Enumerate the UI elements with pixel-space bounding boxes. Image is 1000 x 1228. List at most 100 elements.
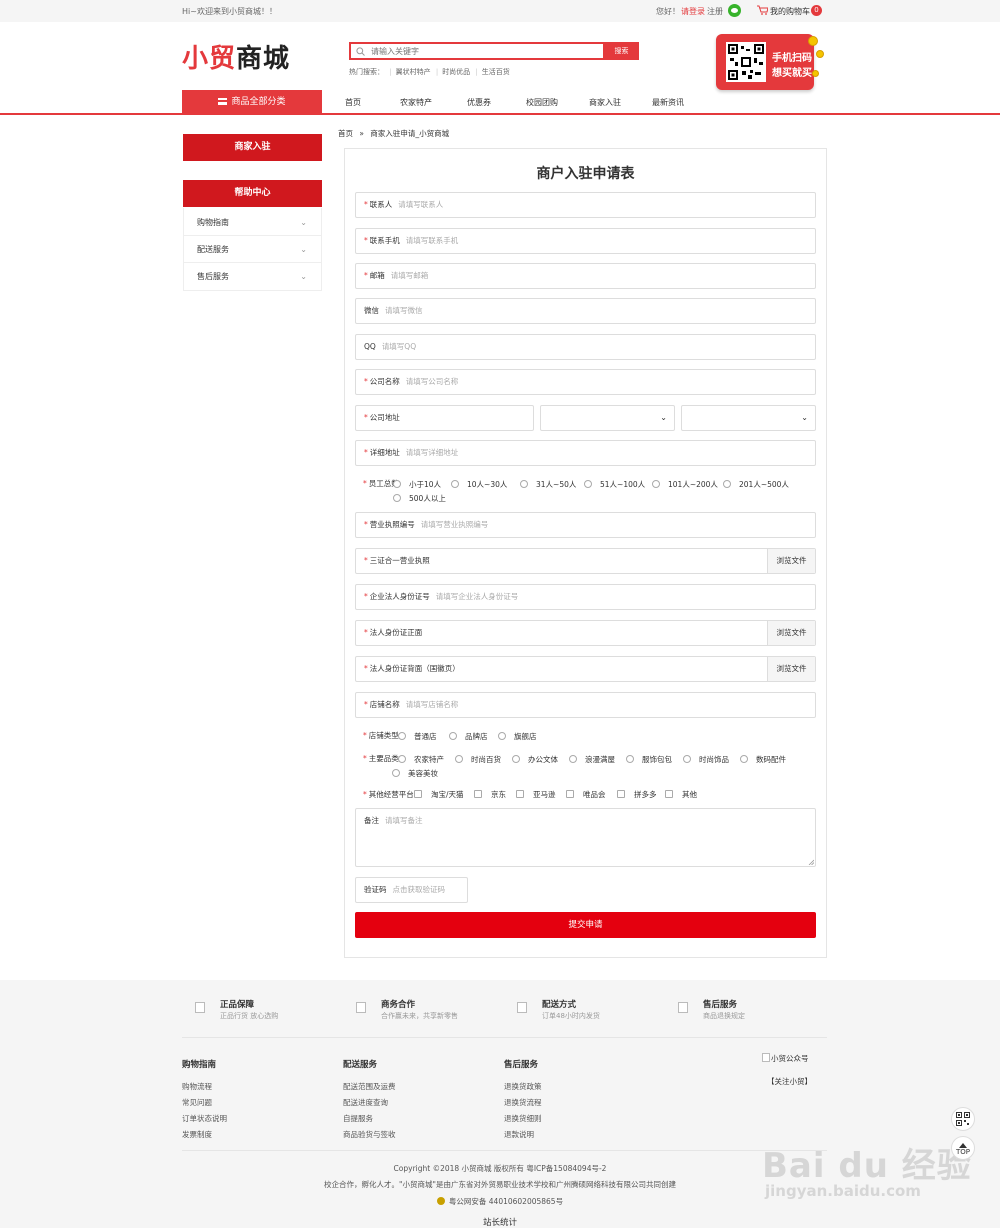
shop-type-option[interactable]: 普通店: [398, 731, 437, 742]
id-back-field[interactable]: * 法人身份证背面（国徽页） 浏览文件: [355, 656, 816, 682]
site-logo[interactable]: 小贸商城: [182, 38, 290, 75]
staff-option[interactable]: 500人以上: [393, 493, 446, 504]
staff-option[interactable]: 101人~200人: [652, 479, 718, 490]
remark-textarea[interactable]: 备注 请填写备注: [355, 808, 816, 867]
detail-address-field[interactable]: * 详细地址 请填写详细地址: [355, 440, 816, 466]
submit-button[interactable]: 提交申请: [355, 912, 816, 938]
field-label: 详细地址: [369, 448, 400, 457]
footer-link[interactable]: 配送范围及运费: [343, 1081, 396, 1097]
nav-item-specialties[interactable]: 农家特产: [400, 97, 432, 108]
platform-checkbox[interactable]: 亚马逊: [516, 789, 556, 800]
legal-id-field[interactable]: * 企业法人身份证号 请填写企业法人身份证号: [355, 584, 816, 610]
wechat-icon[interactable]: [728, 4, 741, 17]
category-option[interactable]: 服饰包包: [626, 754, 672, 765]
shop-name-field[interactable]: * 店铺名称 请填写店铺名称: [355, 692, 816, 718]
field-label: 店铺名称: [369, 700, 400, 709]
phone-field[interactable]: * 联系手机 请填写联系手机: [355, 228, 816, 254]
company-address-field[interactable]: * 公司地址: [355, 405, 534, 431]
sidebar-item-shopping-guide[interactable]: 购物指南 ⌄: [184, 209, 321, 236]
id-front-field[interactable]: * 法人身份证正面 浏览文件: [355, 620, 816, 646]
field-placeholder: 请填写公司名称: [405, 377, 459, 386]
footer-divider: [182, 1150, 827, 1151]
platform-checkbox[interactable]: 淘宝/天猫: [414, 789, 464, 800]
sidebar-help-header[interactable]: 帮助中心: [183, 180, 322, 207]
city-select[interactable]: ⌄: [540, 405, 675, 431]
app-qr-promo[interactable]: 手机扫码 想买就买: [716, 34, 814, 90]
district-select[interactable]: ⌄: [681, 405, 816, 431]
nav-item-coupons[interactable]: 优惠券: [467, 97, 491, 108]
footer-column-title: 配送服务: [343, 1060, 378, 1070]
category-option[interactable]: 浪漫满屋: [569, 754, 615, 765]
cart-icon[interactable]: [757, 5, 768, 15]
logo-black-text: 商城: [236, 44, 291, 74]
footer-link[interactable]: 退换货细则: [504, 1113, 542, 1129]
platform-checkbox[interactable]: 京东: [474, 789, 506, 800]
platform-checkbox[interactable]: 拼多多: [617, 789, 657, 800]
category-option[interactable]: 数码配件: [740, 754, 786, 765]
resize-handle-icon[interactable]: [808, 859, 814, 865]
stats-link[interactable]: 站长统计: [0, 1216, 1000, 1228]
browse-file-button[interactable]: 浏览文件: [767, 549, 815, 573]
back-to-top-button[interactable]: TOP: [951, 1136, 975, 1160]
category-option[interactable]: 美容美妆: [392, 768, 438, 779]
wechat-field[interactable]: 微信 请填写微信: [355, 298, 816, 324]
contact-field[interactable]: * 联系人 请填写联系人: [355, 192, 816, 218]
qq-field[interactable]: QQ 请填写QQ: [355, 334, 816, 360]
staff-option[interactable]: 10人~30人: [451, 479, 507, 490]
broken-image-icon: [356, 1002, 366, 1013]
footer-link[interactable]: 自提服务: [343, 1113, 396, 1129]
login-link[interactable]: 请登录: [681, 6, 705, 17]
option-label: 亚马逊: [533, 790, 556, 799]
company-name-field[interactable]: * 公司名称 请填写公司名称: [355, 369, 816, 395]
sidebar-merchant-button[interactable]: 商家入驻: [183, 134, 322, 161]
shop-type-option[interactable]: 旗舰店: [498, 731, 537, 742]
category-option[interactable]: 时尚饰品: [683, 754, 729, 765]
search-box: [349, 42, 605, 60]
footer-link[interactable]: 订单状态说明: [182, 1113, 227, 1129]
category-option[interactable]: 时尚百货: [455, 754, 501, 765]
footer-link[interactable]: 配送进度查询: [343, 1097, 396, 1113]
staff-option[interactable]: 51人~100人: [584, 479, 645, 490]
footer-link[interactable]: 购物流程: [182, 1081, 227, 1097]
browse-file-button[interactable]: 浏览文件: [767, 621, 815, 645]
footer-link[interactable]: 发票制度: [182, 1129, 227, 1145]
footer-link[interactable]: 常见问题: [182, 1097, 227, 1113]
platform-checkbox[interactable]: 其他: [665, 789, 697, 800]
all-categories-button[interactable]: 商品全部分类: [182, 90, 322, 114]
cart-link[interactable]: 我的购物车: [770, 6, 810, 17]
feature-title: 商务合作: [381, 1000, 416, 1010]
register-link[interactable]: 注册: [707, 6, 723, 17]
search-button[interactable]: 搜索: [604, 42, 639, 60]
hot-search-word[interactable]: 翼状村特产: [396, 68, 431, 76]
nav-item-campus[interactable]: 校园团购: [526, 97, 558, 108]
nav-item-home[interactable]: 首页: [345, 97, 361, 108]
qr-code-icon: [726, 42, 766, 82]
license-number-field[interactable]: * 营业执照编号 请填写营业执照编号: [355, 512, 816, 538]
search-input[interactable]: [371, 45, 591, 58]
qr-float-button[interactable]: [951, 1107, 975, 1131]
license-file-field[interactable]: * 三证合一营业执照 浏览文件: [355, 548, 816, 574]
category-option[interactable]: 办公文体: [512, 754, 558, 765]
hot-search-word[interactable]: 时尚优品: [442, 68, 470, 76]
footer-link[interactable]: 商品验货与签收: [343, 1129, 396, 1145]
platform-checkbox[interactable]: 唯品会: [566, 789, 606, 800]
nav-item-merchant[interactable]: 商家入驻: [589, 97, 621, 108]
promo-line2: 想买就买: [772, 68, 812, 79]
staff-option[interactable]: 31人~50人: [520, 479, 576, 490]
breadcrumb-home[interactable]: 首页: [338, 129, 353, 138]
footer-link[interactable]: 退换货流程: [504, 1097, 542, 1113]
staff-option[interactable]: 201人~500人: [723, 479, 789, 490]
category-option[interactable]: 农家特产: [398, 754, 444, 765]
browse-file-button[interactable]: 浏览文件: [767, 657, 815, 681]
nav-item-news[interactable]: 最新资讯: [652, 97, 684, 108]
captcha-field[interactable]: 验证码 点击获取验证码: [355, 877, 468, 903]
sidebar-item-after-sales[interactable]: 售后服务 ⌄: [184, 263, 321, 290]
option-label: 10人~30人: [467, 480, 508, 489]
email-field[interactable]: * 邮箱 请填写邮箱: [355, 263, 816, 289]
sidebar-item-delivery[interactable]: 配送服务 ⌄: [184, 236, 321, 263]
shop-type-option[interactable]: 品牌店: [449, 731, 488, 742]
footer-link[interactable]: 退换货政策: [504, 1081, 542, 1097]
hot-search-word[interactable]: 生活百货: [482, 68, 510, 76]
staff-option[interactable]: 小于10人: [393, 479, 441, 490]
footer-link[interactable]: 退款说明: [504, 1129, 542, 1145]
